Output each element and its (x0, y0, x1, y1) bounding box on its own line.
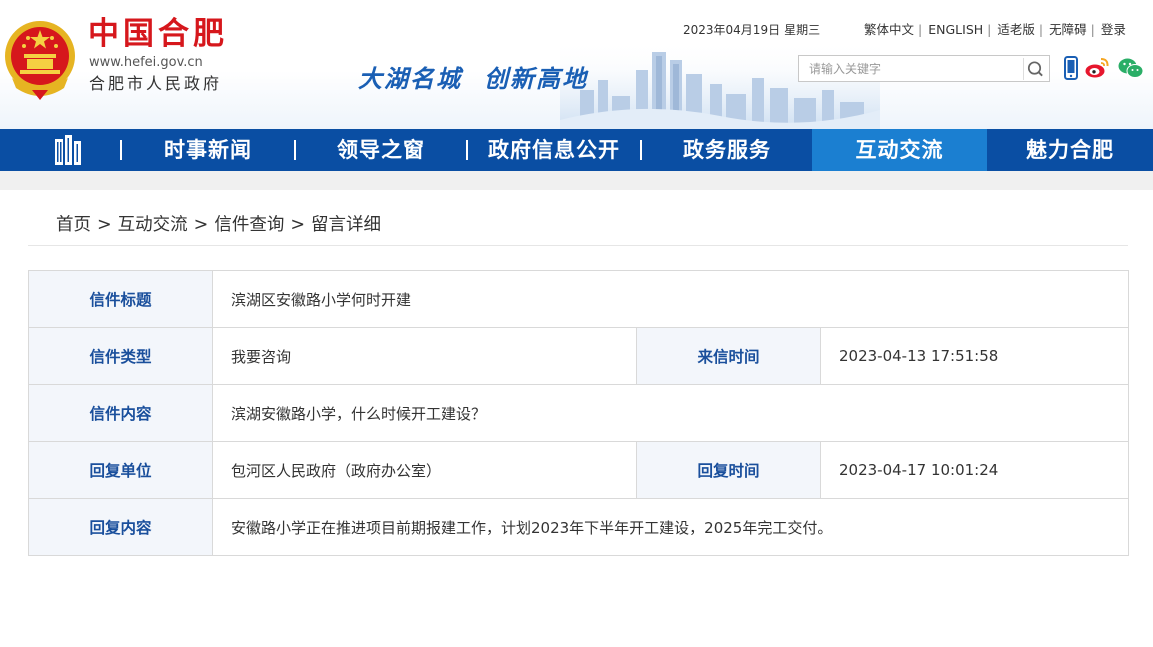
link-login[interactable]: 登录 (1101, 22, 1126, 37)
reply-content-label: 回复内容 (28, 498, 213, 556)
table-row: 信件标题 滨湖区安徽路小学何时开建 (28, 270, 1130, 328)
slogan-part-1: 大湖名城 (358, 65, 462, 93)
nav-item-leaders[interactable]: 领导之窗 (296, 129, 466, 171)
link-accessibility[interactable]: 无障碍 (1049, 22, 1087, 37)
nav-item-news[interactable]: 时事新闻 (122, 129, 294, 171)
weibo-icon[interactable] (1084, 56, 1110, 80)
reply-unit-label: 回复单位 (28, 441, 213, 499)
breadcrumb-current: 留言详细 (311, 215, 382, 235)
link-traditional-chinese[interactable]: 繁体中文 (864, 22, 914, 37)
sent-time-label: 来信时间 (636, 327, 821, 385)
slogan-part-2: 创新高地 (484, 65, 588, 93)
weekday-text: 星期三 (784, 23, 821, 37)
date-text: 2023年04月19日 (683, 23, 781, 37)
national-emblem-logo[interactable] (2, 16, 78, 102)
link-separator: | (1090, 22, 1095, 37)
search-box (798, 55, 1050, 82)
letter-content-value: 滨湖安徽路小学，什么时候开工建设？ (211, 384, 1130, 442)
breadcrumb-separator: > (193, 215, 209, 235)
breadcrumb-separator: > (290, 215, 306, 235)
home-building-icon[interactable] (52, 135, 84, 165)
main-nav: 时事新闻 领导之窗 政府信息公开 政务服务 互动交流 魅力合肥 (0, 129, 1153, 171)
letter-title-label: 信件标题 (28, 270, 213, 328)
nav-item-charm-hefei[interactable]: 魅力合肥 (987, 129, 1153, 171)
nav-shadow-band (0, 171, 1153, 190)
search-input[interactable] (799, 56, 1019, 81)
reply-content-value: 安徽路小学正在推进项目前期报建工作，计划2023年下半年开工建设，2025年完工… (211, 498, 1130, 556)
breadcrumb-letter-query[interactable]: 信件查询 (214, 215, 284, 235)
breadcrumb-interaction[interactable]: 互动交流 (118, 215, 188, 235)
link-english[interactable]: ENGLISH (928, 22, 983, 37)
letter-type-value: 我要咨询 (212, 327, 637, 385)
reply-time-label: 回复时间 (636, 441, 821, 499)
letter-title-value: 滨湖区安徽路小学何时开建 (211, 270, 1130, 328)
table-row: 回复单位 包河区人民政府（政府办公室） 回复时间 2023-04-17 10:0… (28, 441, 1130, 499)
site-logo-subtitle: 合肥市人民政府 (89, 74, 223, 93)
link-separator: | (918, 22, 923, 37)
site-header: 中国合肥 www.hefei.gov.cn 合肥市人民政府 大湖名城 创新高地 2… (0, 0, 1153, 129)
nav-item-gov-info[interactable]: 政府信息公开 (468, 129, 640, 171)
site-url: www.hefei.gov.cn (89, 55, 203, 70)
breadcrumb: 首页 > 互动交流 > 信件查询 > 留言详细 (56, 213, 381, 237)
wechat-icon[interactable] (1117, 56, 1145, 80)
reply-unit-value: 包河区人民政府（政府办公室） (212, 441, 637, 499)
breadcrumb-home[interactable]: 首页 (56, 215, 91, 235)
sent-time-value: 2023-04-13 17:51:58 (819, 327, 1130, 385)
breadcrumb-divider (28, 245, 1128, 246)
table-row: 信件内容 滨湖安徽路小学，什么时候开工建设？ (28, 384, 1130, 442)
current-date: 2023年04月19日 星期三 (683, 21, 820, 39)
table-row: 信件类型 我要咨询 来信时间 2023-04-13 17:51:58 (28, 327, 1130, 385)
site-logo-title[interactable]: 中国合肥 (88, 16, 228, 52)
city-skyline-image (560, 40, 880, 129)
search-icon[interactable] (1023, 58, 1045, 80)
link-elderly-mode[interactable]: 适老版 (997, 22, 1035, 37)
letter-content-label: 信件内容 (28, 384, 213, 442)
nav-item-interaction[interactable]: 互动交流 (812, 129, 987, 171)
letter-detail-table: 信件标题 滨湖区安徽路小学何时开建 信件类型 我要咨询 来信时间 2023-04… (28, 270, 1130, 556)
link-separator: | (987, 22, 992, 37)
top-links: 繁体中文 | ENGLISH | 适老版 | 无障碍 | 登录 (864, 21, 1126, 39)
site-slogan: 大湖名城 创新高地 (358, 63, 588, 95)
nav-item-services[interactable]: 政务服务 (642, 129, 812, 171)
mobile-icon[interactable] (1059, 56, 1083, 80)
reply-time-value: 2023-04-17 10:01:24 (819, 441, 1130, 499)
table-row: 回复内容 安徽路小学正在推进项目前期报建工作，计划2023年下半年开工建设，20… (28, 498, 1130, 556)
link-separator: | (1038, 22, 1044, 37)
letter-type-label: 信件类型 (28, 327, 213, 385)
breadcrumb-separator: > (97, 215, 112, 235)
